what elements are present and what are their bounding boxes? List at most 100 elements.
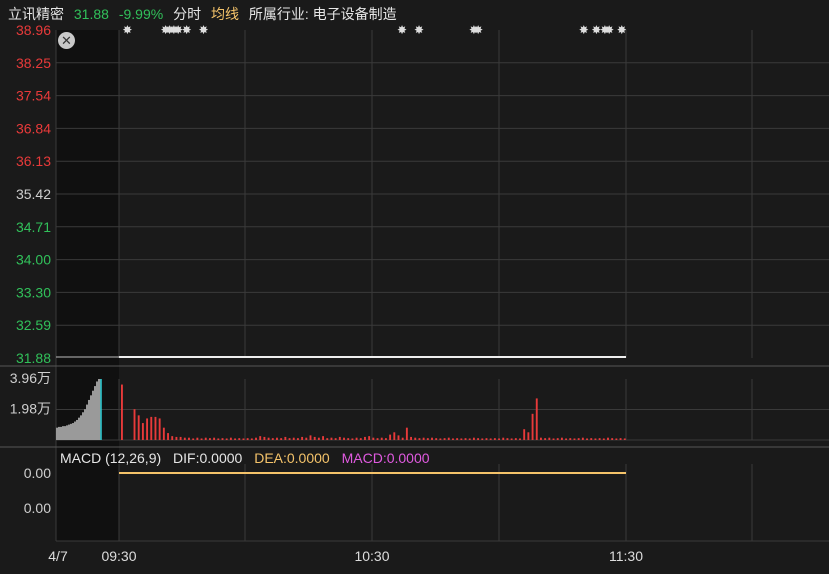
volume-bar xyxy=(259,436,262,440)
volume-bar xyxy=(267,437,270,440)
macd-legend: MACD (12,26,9) DIF:0.0000 DEA:0.0000 MAC… xyxy=(60,449,438,467)
macd-dif: DIF:0.0000 xyxy=(173,450,243,466)
stock-price: 31.88 xyxy=(73,6,109,22)
volume-bar xyxy=(133,409,136,440)
volume-bar xyxy=(489,438,492,440)
volume-bar xyxy=(322,436,325,440)
volume-bar xyxy=(221,438,224,440)
volume-bar xyxy=(376,438,379,440)
volume-bar xyxy=(347,438,350,440)
volume-bar xyxy=(502,437,505,440)
x-tick-label: 09:30 xyxy=(101,548,136,564)
x-tick-label: 11:30 xyxy=(609,548,643,564)
volume-bar xyxy=(292,437,295,440)
event-marker-icon: ✸ xyxy=(604,23,614,37)
event-marker-icon: ✸ xyxy=(414,23,424,37)
volume-bar xyxy=(343,437,345,440)
preopen-volume-bar xyxy=(96,381,99,440)
volume-bar xyxy=(200,438,203,440)
volume-bar xyxy=(276,437,278,440)
volume-bar xyxy=(326,438,329,440)
volume-bar xyxy=(560,437,563,440)
volume-bar xyxy=(477,438,480,440)
volume-bar xyxy=(246,438,249,440)
volume-bar xyxy=(334,438,337,440)
volume-bar xyxy=(167,433,169,440)
volume-bar xyxy=(351,438,354,440)
volume-bar xyxy=(393,432,396,440)
volume-bar xyxy=(146,418,149,440)
price-tick-label: 38.96 xyxy=(16,22,51,38)
event-marker-icon: ✸ xyxy=(198,23,208,37)
volume-bar xyxy=(414,437,417,440)
volume-bar xyxy=(447,437,450,440)
volume-bar xyxy=(452,438,454,440)
volume-bar xyxy=(498,438,500,440)
volume-tick-label: 1.98万 xyxy=(10,401,51,417)
preopen-volume-bar xyxy=(60,426,63,440)
volume-bar xyxy=(183,437,186,440)
macd-tick-label: 0.00 xyxy=(24,500,51,516)
price-tick-label: 34.71 xyxy=(16,219,51,235)
price-tick-label: 35.42 xyxy=(16,186,51,202)
volume-bar xyxy=(317,437,320,440)
volume-bar xyxy=(552,438,555,440)
preopen-volume-bar xyxy=(64,426,67,440)
volume-bar xyxy=(158,418,161,440)
volume-bar xyxy=(217,438,220,440)
volume-bar xyxy=(192,438,195,440)
volume-bar xyxy=(535,398,538,440)
intraday-chart[interactable]: 38.96 38.25 37.54 36.84 36.13 35.42 34.71 34.00… xyxy=(0,0,829,574)
volume-bar xyxy=(514,438,517,440)
volume-bar xyxy=(179,436,182,440)
tab-fenshi[interactable]: 分时 xyxy=(173,6,201,22)
volume-bar xyxy=(368,436,371,440)
volume-bar xyxy=(372,437,375,440)
preopen-volume-bar xyxy=(66,425,69,440)
event-marker-icon: ✸ xyxy=(182,23,192,37)
volume-bar xyxy=(623,438,626,440)
volume-bar xyxy=(204,437,207,440)
x-tick-label: 10:30 xyxy=(354,548,389,564)
preopen-volume-bar xyxy=(80,415,83,440)
preopen-volume-bar xyxy=(62,426,65,440)
volume-bar xyxy=(154,416,157,440)
price-tick-label: 33.30 xyxy=(16,284,51,300)
preopen-volume-bar xyxy=(84,409,87,440)
volume-bar xyxy=(573,438,576,440)
stock-change-pct: -9.99% xyxy=(118,6,164,22)
volume-bar xyxy=(565,438,568,440)
volume-bar xyxy=(380,437,383,440)
preopen-volume-bar xyxy=(56,427,59,440)
volume-bar xyxy=(519,438,521,440)
volume-bar xyxy=(313,436,316,440)
volume-bar xyxy=(355,437,358,440)
price-tick-label: 36.84 xyxy=(16,120,51,136)
volume-bar xyxy=(150,416,153,440)
volume-bar xyxy=(410,436,413,440)
tab-junxian[interactable]: 均线 xyxy=(211,6,239,22)
volume-bar xyxy=(242,438,245,440)
close-icon[interactable]: ✕ xyxy=(58,32,75,49)
volume-bar xyxy=(456,438,459,440)
preopen-volume-bar xyxy=(88,399,91,440)
industry-label[interactable]: 所属行业: 电子设备制造 xyxy=(249,6,397,22)
preopen-volume-bar xyxy=(86,404,89,440)
x-tick-label: 4/7 xyxy=(48,548,68,564)
volume-bar xyxy=(493,438,496,440)
price-tick-label: 36.13 xyxy=(16,153,51,169)
volume-bar xyxy=(162,427,165,440)
preopen-volume-bar xyxy=(76,419,79,440)
preopen-volume-bar xyxy=(92,390,95,440)
macd-tick-label: 0.00 xyxy=(24,465,51,481)
price-tick-label: 32.59 xyxy=(16,317,51,333)
price-tick-label: 38.25 xyxy=(16,55,51,71)
volume-bar xyxy=(544,438,547,440)
volume-bar xyxy=(607,437,609,440)
volume-bar xyxy=(581,437,584,440)
volume-bar xyxy=(443,438,446,440)
price-tick-label: 37.54 xyxy=(16,88,51,104)
price-tick-label: 31.88 xyxy=(16,350,51,366)
volume-bar xyxy=(384,438,387,440)
volume-bar xyxy=(137,415,140,440)
